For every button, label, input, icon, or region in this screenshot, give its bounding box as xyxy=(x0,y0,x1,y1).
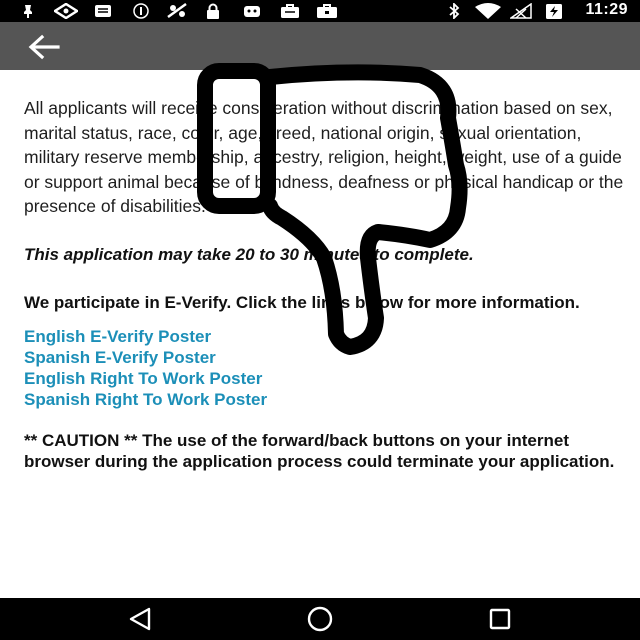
arrow-left-icon[interactable] xyxy=(26,34,60,60)
notification-icon xyxy=(24,5,32,18)
wifi-icon xyxy=(475,3,501,19)
drive-icon xyxy=(54,3,78,19)
android-debug-icon xyxy=(244,6,260,17)
link-english-right-to-work-poster[interactable]: English Right To Work Poster xyxy=(24,368,624,389)
status-bar: 11:29 xyxy=(0,0,640,22)
nav-bar xyxy=(0,598,640,640)
poster-links: English E-Verify Poster Spanish E-Verify… xyxy=(24,326,624,410)
photos-icon xyxy=(95,5,111,17)
link-english-everify-poster[interactable]: English E-Verify Poster xyxy=(24,326,624,347)
bluetooth-icon xyxy=(449,3,460,19)
suitcase-icon xyxy=(317,4,337,18)
time-note: This application may take 20 to 30 minut… xyxy=(24,244,474,264)
home-circle-icon[interactable] xyxy=(305,606,335,632)
caution-note: ** CAUTION ** The use of the forward/bac… xyxy=(24,430,615,472)
page-content: All applicants will receive consideratio… xyxy=(24,96,624,473)
app-bar xyxy=(0,22,640,70)
status-time: 11:29 xyxy=(585,1,628,18)
lock-icon xyxy=(207,3,219,19)
recents-square-icon[interactable] xyxy=(488,606,512,632)
link-spanish-right-to-work-poster[interactable]: Spanish Right To Work Poster xyxy=(24,389,624,410)
everify-note: We participate in E-Verify. Click the li… xyxy=(24,293,580,312)
battery-charging-icon xyxy=(546,4,562,19)
link-spanish-everify-poster[interactable]: Spanish E-Verify Poster xyxy=(24,347,624,368)
no-signal-icon xyxy=(510,3,532,19)
back-triangle-icon[interactable] xyxy=(128,606,152,632)
no-pets-icon xyxy=(167,3,187,19)
nfc-icon xyxy=(133,3,149,19)
intro-paragraph: All applicants will receive consideratio… xyxy=(24,98,624,216)
briefcase-icon xyxy=(281,4,299,18)
